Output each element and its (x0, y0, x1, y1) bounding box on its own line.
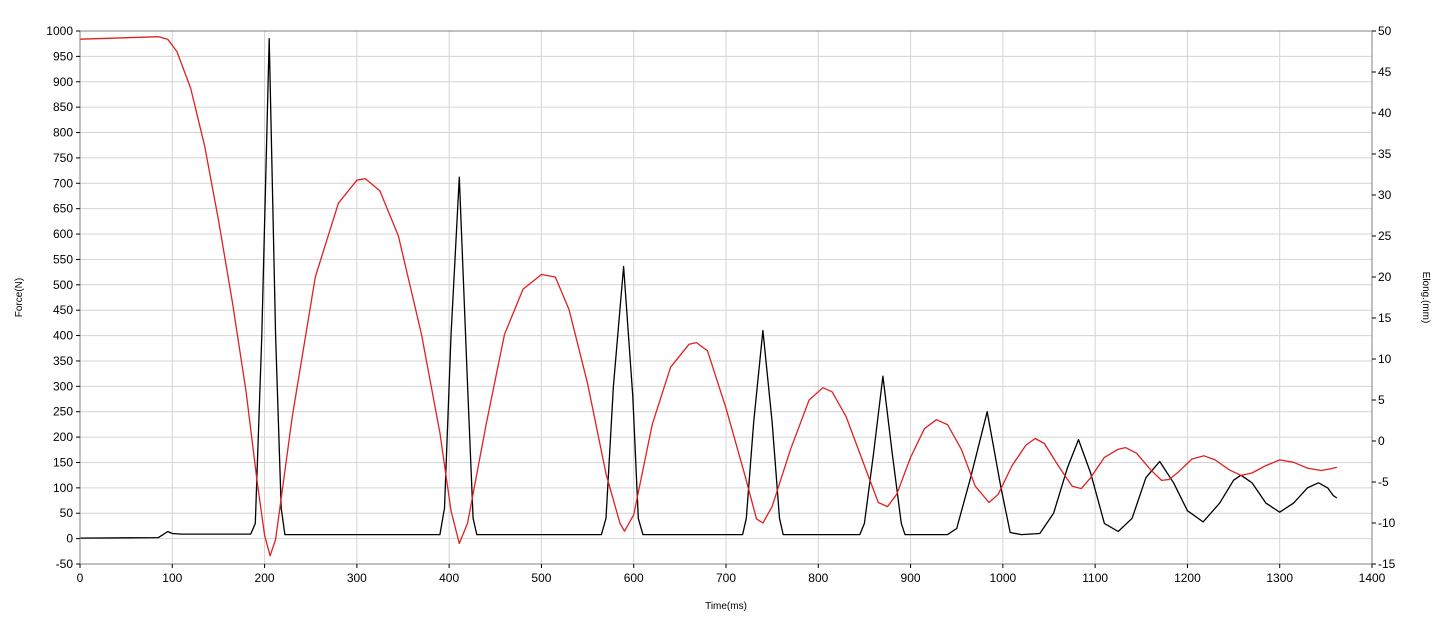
x-tick-label: 1300 (1266, 571, 1293, 585)
force-series-line (79, 37, 1338, 539)
y-tick-label: 650 (53, 202, 73, 216)
y-tick-label: 900 (53, 75, 73, 89)
x-tick-label: 800 (808, 571, 828, 585)
x-tick-label: 1400 (1359, 571, 1386, 585)
y-tick-label: 600 (53, 227, 73, 241)
x-tick-label: 1000 (990, 571, 1017, 585)
x-tick-label: 900 (901, 571, 921, 585)
x-tick-label: 400 (439, 571, 459, 585)
y2-tick-label: 15 (1378, 311, 1392, 325)
y-tick-label: -50 (56, 557, 74, 571)
y-tick-label: 200 (53, 430, 73, 444)
y2-tick-label: 25 (1378, 229, 1392, 243)
y2-axis-title: Elong.(mm) (1420, 272, 1431, 324)
y2-tick-label: -15 (1378, 557, 1396, 571)
y-tick-label: 150 (53, 455, 73, 469)
y-tick-label: 850 (53, 100, 73, 114)
y-tick-label: 800 (53, 126, 73, 140)
y2-tick-label: 35 (1378, 147, 1392, 161)
y2-tick-label: 0 (1378, 434, 1385, 448)
y2-tick-label: 40 (1378, 106, 1392, 120)
y-tick-label: 1000 (46, 24, 73, 38)
x-tick-label: 0 (77, 571, 84, 585)
y2-tick-label: 45 (1378, 65, 1392, 79)
y-axis-title: Force(N) (14, 278, 25, 317)
y-tick-label: 700 (53, 176, 73, 190)
x-tick-label: 1100 (1082, 571, 1108, 585)
y2-tick-label: 50 (1378, 24, 1392, 38)
x-tick-label: 600 (624, 571, 644, 585)
y2-tick-label: 10 (1378, 352, 1392, 366)
x-axis-title: Time(ms) (705, 601, 747, 612)
y-tick-label: 0 (66, 532, 73, 546)
grid-layer (79, 30, 1373, 565)
series-layer (79, 36, 1338, 557)
chart-container: -50 0 50 100 150 200 250 300 350 400 450 500 550 600 6… (0, 0, 1443, 625)
y-tick-label: 450 (53, 303, 73, 317)
x-tick-label: 700 (716, 571, 736, 585)
y-tick-label: 500 (53, 278, 73, 292)
y-tick-label: 100 (53, 481, 73, 495)
x-tick-label: 500 (531, 571, 551, 585)
y-tick-label: 350 (53, 354, 73, 368)
y-tick-label: 400 (53, 329, 73, 343)
y-tick-label: 300 (53, 379, 73, 393)
y-tick-label: 750 (53, 151, 73, 165)
ticks-layer: -500501001502002503003504004505005506006… (46, 24, 1395, 585)
elongation-series-line (79, 36, 1338, 557)
y2-tick-label: -10 (1378, 516, 1396, 530)
x-tick-label: 100 (162, 571, 182, 585)
y2-tick-label: -5 (1378, 475, 1389, 489)
y-tick-label: 50 (60, 506, 74, 520)
y-tick-label: 950 (53, 49, 73, 63)
y2-tick-label: 5 (1378, 393, 1385, 407)
y2-tick-label: 20 (1378, 270, 1392, 284)
x-tick-label: 1200 (1174, 571, 1201, 585)
dual-axis-line-chart: -500501001502002503003504004505005506006… (14, 24, 1431, 612)
x-tick-label: 200 (255, 571, 275, 585)
x-tick-label: 300 (347, 571, 367, 585)
y-tick-label: 550 (53, 252, 73, 266)
y2-tick-label: 30 (1378, 188, 1392, 202)
y-tick-label: 250 (53, 405, 73, 419)
